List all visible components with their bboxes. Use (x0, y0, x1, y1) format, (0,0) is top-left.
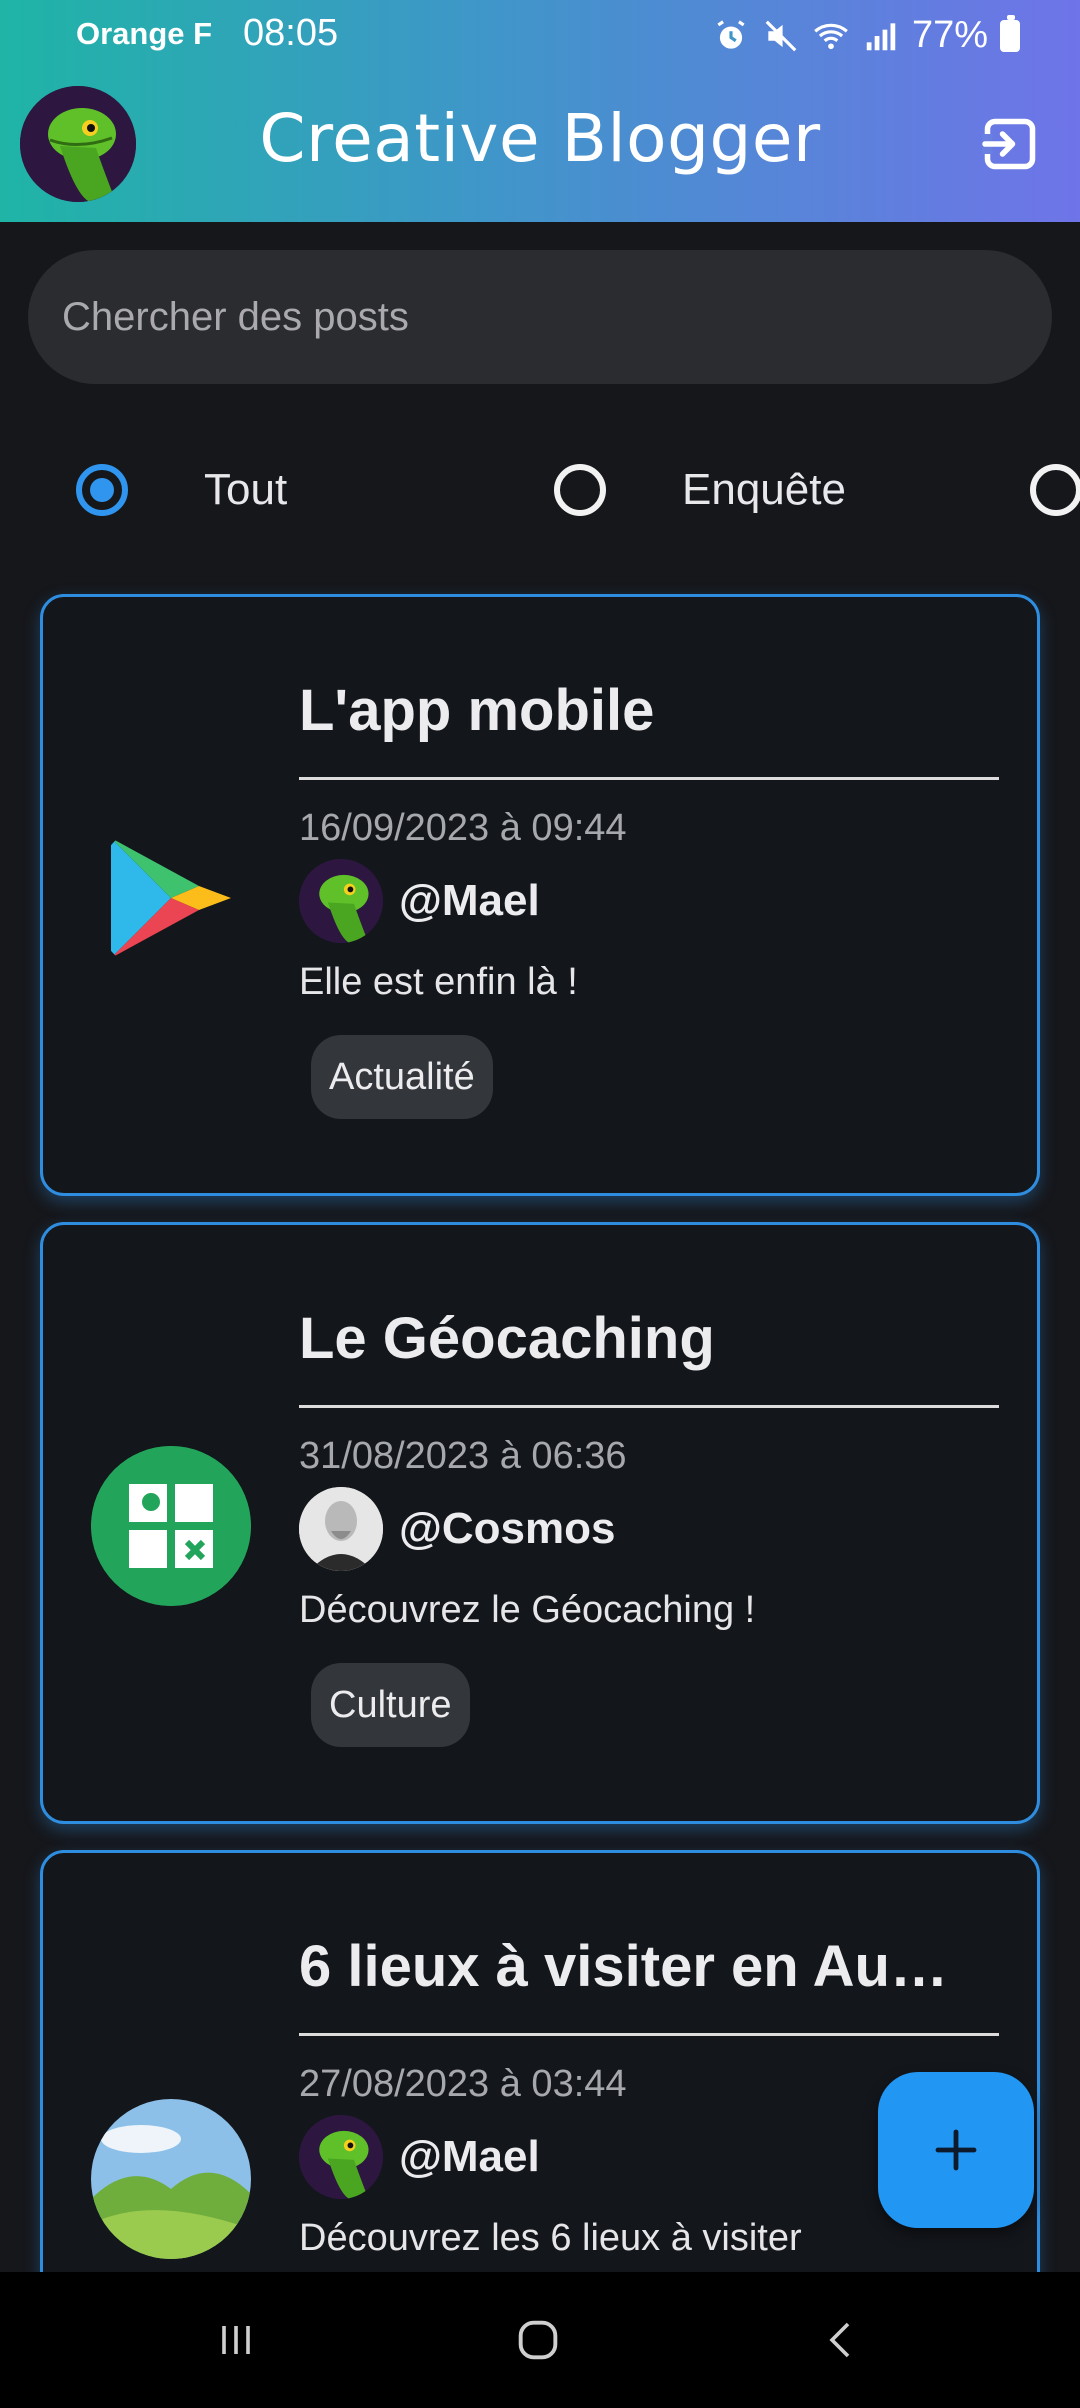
post-card[interactable]: L'app mobile 16/09/2023 à 09:44 @Mael El… (40, 594, 1040, 1196)
app-bar: Orange F 08:05 77% Creative Blogger (0, 0, 1080, 222)
mute-icon (765, 20, 797, 51)
post-author[interactable]: @Cosmos (299, 1487, 616, 1571)
title-divider (299, 2033, 999, 2036)
status-bar: Orange F 08:05 77% (0, 0, 1080, 70)
landscape-image (91, 2099, 251, 2259)
status-icons: 77% (712, 14, 1020, 57)
screen: Orange F 08:05 77% Creative Blogger Cher… (0, 0, 1080, 2408)
wifi-icon (814, 23, 848, 49)
post-thumbnail (91, 2099, 251, 2259)
post-excerpt: Elle est enfin là ! (299, 961, 578, 1003)
portrait-avatar-icon (299, 1487, 383, 1571)
post-card[interactable]: Le Géocaching 31/08/2023 à 06:36 @Cosmos… (40, 1222, 1040, 1824)
author-avatar (299, 859, 383, 943)
lizard-avatar-icon (299, 859, 383, 943)
radio-unselected-icon[interactable] (1030, 464, 1080, 516)
post-tag-chip[interactable]: Culture (311, 1663, 470, 1747)
post-author[interactable]: @Mael (299, 2115, 540, 2199)
battery-icon (1000, 14, 1020, 52)
post-title: Le Géocaching (299, 1306, 715, 1371)
author-name: @Mael (399, 876, 540, 925)
post-title: L'app mobile (299, 678, 655, 743)
post-date: 31/08/2023 à 06:36 (299, 1435, 627, 1477)
geocaching-icon (91, 1446, 251, 1606)
signal-icon (866, 22, 896, 50)
add-post-button[interactable] (878, 2072, 1034, 2228)
post-excerpt: Découvrez les 6 lieux à visiter (299, 2217, 802, 2259)
back-icon (829, 2322, 850, 2358)
status-time: 08:05 (243, 12, 339, 54)
status-carrier: Orange F (76, 16, 213, 51)
app-title: Creative Blogger (259, 100, 821, 177)
back-button[interactable] (752, 2272, 932, 2408)
play-store-icon (111, 838, 231, 958)
title-divider (299, 1405, 999, 1408)
post-thumbnail (91, 818, 251, 978)
post-date: 27/08/2023 à 03:44 (299, 2063, 627, 2105)
alarm-icon (717, 19, 745, 49)
author-name: @Cosmos (399, 1504, 616, 1553)
filter-option-3[interactable] (1030, 440, 1080, 540)
radio-selected-icon[interactable] (76, 464, 128, 516)
post-author[interactable]: @Mael (299, 859, 540, 943)
recents-icon (222, 2326, 250, 2354)
filter-radio-group: Tout Enquête (0, 440, 1080, 540)
recents-button[interactable] (146, 2272, 326, 2408)
post-thumbnail (91, 1446, 251, 1606)
plus-icon (935, 2129, 977, 2171)
filter-option-enquete[interactable]: Enquête (554, 440, 846, 540)
title-divider (299, 777, 999, 780)
lizard-avatar-icon (299, 2115, 383, 2199)
filter-label: Tout (204, 465, 288, 514)
filter-label: Enquête (682, 465, 846, 514)
home-button[interactable] (448, 2272, 628, 2408)
search-input[interactable] (28, 250, 1052, 384)
logout-button[interactable] (980, 114, 1040, 174)
post-date: 16/09/2023 à 09:44 (299, 807, 627, 849)
radio-unselected-icon[interactable] (554, 464, 606, 516)
home-icon (518, 2320, 558, 2360)
logout-icon (982, 118, 1036, 170)
post-title: 6 lieux à visiter en Au… (299, 1934, 948, 1999)
post-excerpt: Découvrez le Géocaching ! (299, 1589, 756, 1631)
post-tag-chip[interactable]: Actualité (311, 1035, 493, 1119)
system-nav-bar (0, 2272, 1080, 2408)
filter-option-tout[interactable]: Tout (76, 440, 287, 540)
author-name: @Mael (399, 2132, 540, 2181)
battery-percent: 77% (911, 14, 988, 56)
author-avatar (299, 2115, 383, 2199)
author-avatar (299, 1487, 383, 1571)
